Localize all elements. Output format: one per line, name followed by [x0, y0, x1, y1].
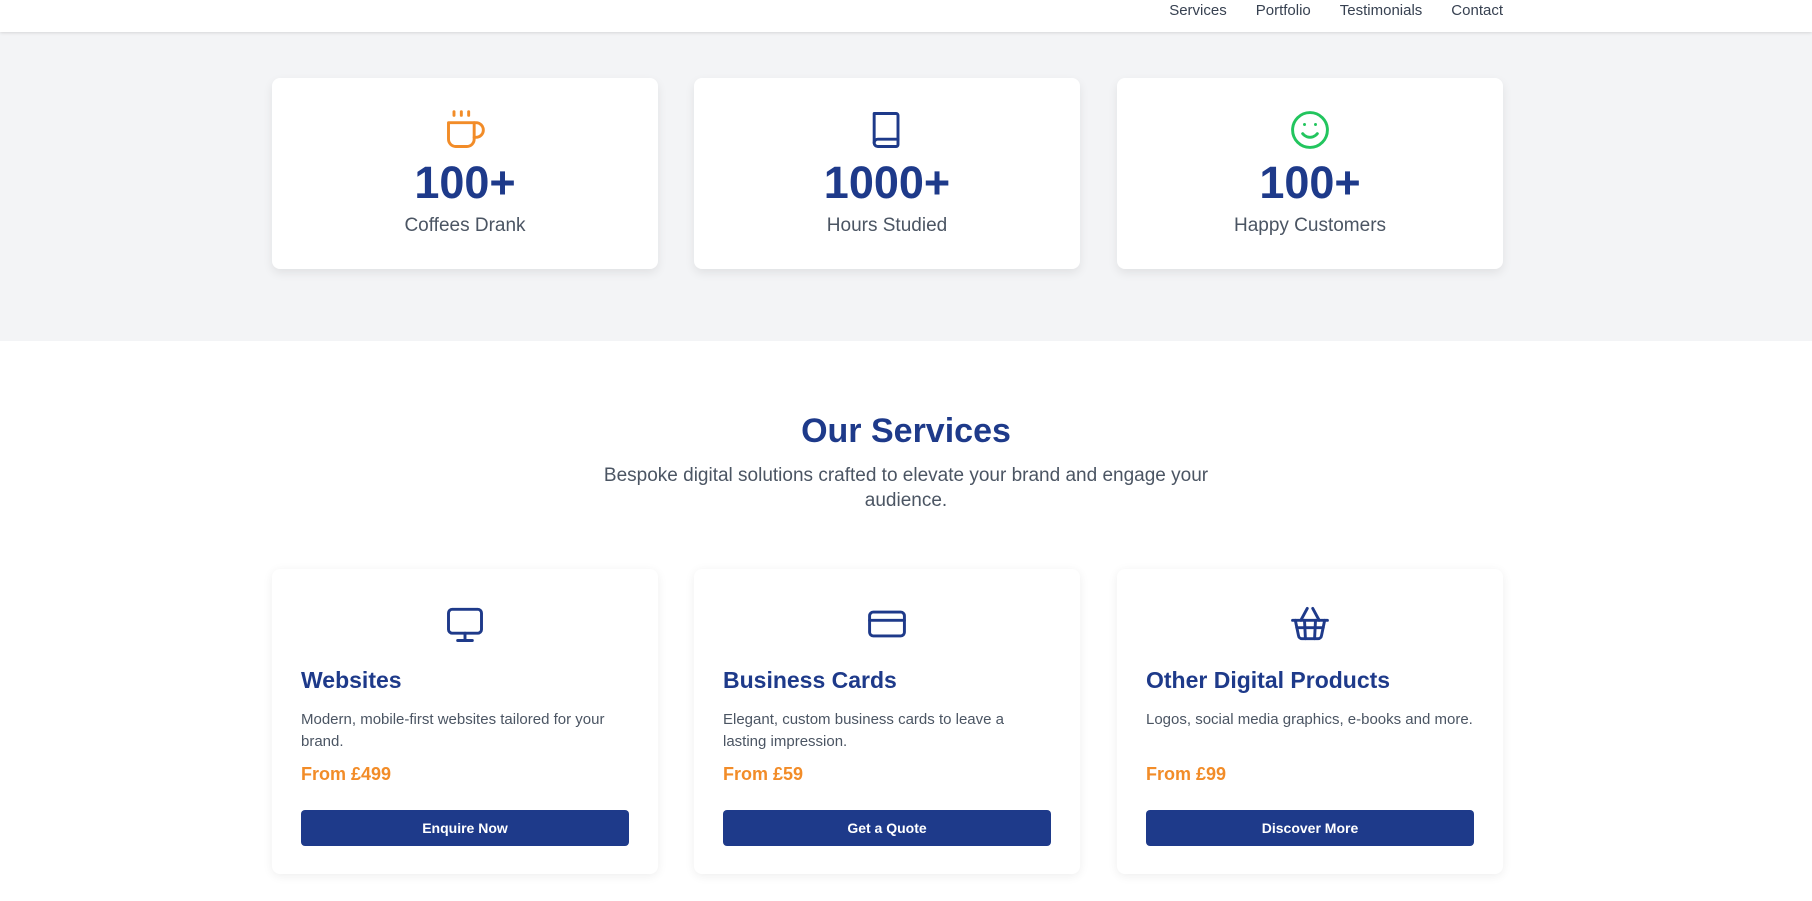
service-card-business-cards: Business Cards Elegant, custom business …	[694, 569, 1080, 874]
service-card-digital-products: Other Digital Products Logos, social med…	[1117, 569, 1503, 874]
service-description: Logos, social media graphics, e-books an…	[1146, 711, 1473, 728]
coffee-cup-icon	[447, 110, 485, 148]
stats-section: 100+ Coffees Drank 1000+ Hours Studied 1…	[0, 32, 1812, 341]
stat-card-hours: 1000+ Hours Studied	[694, 78, 1080, 269]
nav-link-contact[interactable]: Contact	[1451, 1, 1503, 21]
enquire-now-button[interactable]: Enquire Now	[301, 810, 629, 846]
stat-card-customers: 100+ Happy Customers	[1117, 78, 1503, 269]
nav-links: Services Portfolio Testimonials Contact	[1169, 1, 1503, 21]
service-title: Business Cards	[723, 667, 897, 693]
service-description: Elegant, custom business cards to leave …	[723, 711, 1004, 750]
credit-card-icon	[868, 610, 906, 638]
nav-link-portfolio[interactable]: Portfolio	[1256, 1, 1311, 21]
service-title: Websites	[301, 667, 402, 693]
stat-label: Coffees Drank	[404, 215, 526, 236]
get-a-quote-button[interactable]: Get a Quote	[723, 810, 1051, 846]
stat-card-coffees: 100+ Coffees Drank	[272, 78, 658, 269]
section-subtitle: Bespoke digital solutions crafted to ele…	[603, 465, 1209, 511]
nav-link-services[interactable]: Services	[1169, 1, 1227, 21]
service-price: From £499	[301, 764, 392, 784]
services-section: Our Services Bespoke digital solutions c…	[0, 341, 1812, 901]
top-navigation: Services Portfolio Testimonials Contact	[0, 0, 1812, 32]
service-card-websites: Websites Modern, mobile-first websites t…	[272, 569, 658, 874]
monitor-icon	[447, 607, 483, 642]
book-icon	[872, 112, 900, 148]
section-title: Our Services	[801, 412, 1011, 450]
stat-value: 100+	[414, 157, 516, 208]
stat-label: Hours Studied	[826, 215, 948, 236]
stat-label: Happy Customers	[1233, 215, 1387, 236]
service-price: From £99	[1146, 764, 1227, 784]
service-description: Modern, mobile-first websites tailored f…	[301, 711, 605, 750]
shopping-basket-icon	[1291, 606, 1329, 641]
stat-value: 100+	[1259, 157, 1361, 208]
stat-value: 1000+	[823, 157, 951, 208]
service-price: From £59	[723, 764, 804, 784]
smiley-face-icon	[1291, 111, 1329, 149]
discover-more-button[interactable]: Discover More	[1146, 810, 1474, 846]
service-title: Other Digital Products	[1146, 667, 1391, 693]
nav-link-testimonials[interactable]: Testimonials	[1340, 1, 1423, 21]
